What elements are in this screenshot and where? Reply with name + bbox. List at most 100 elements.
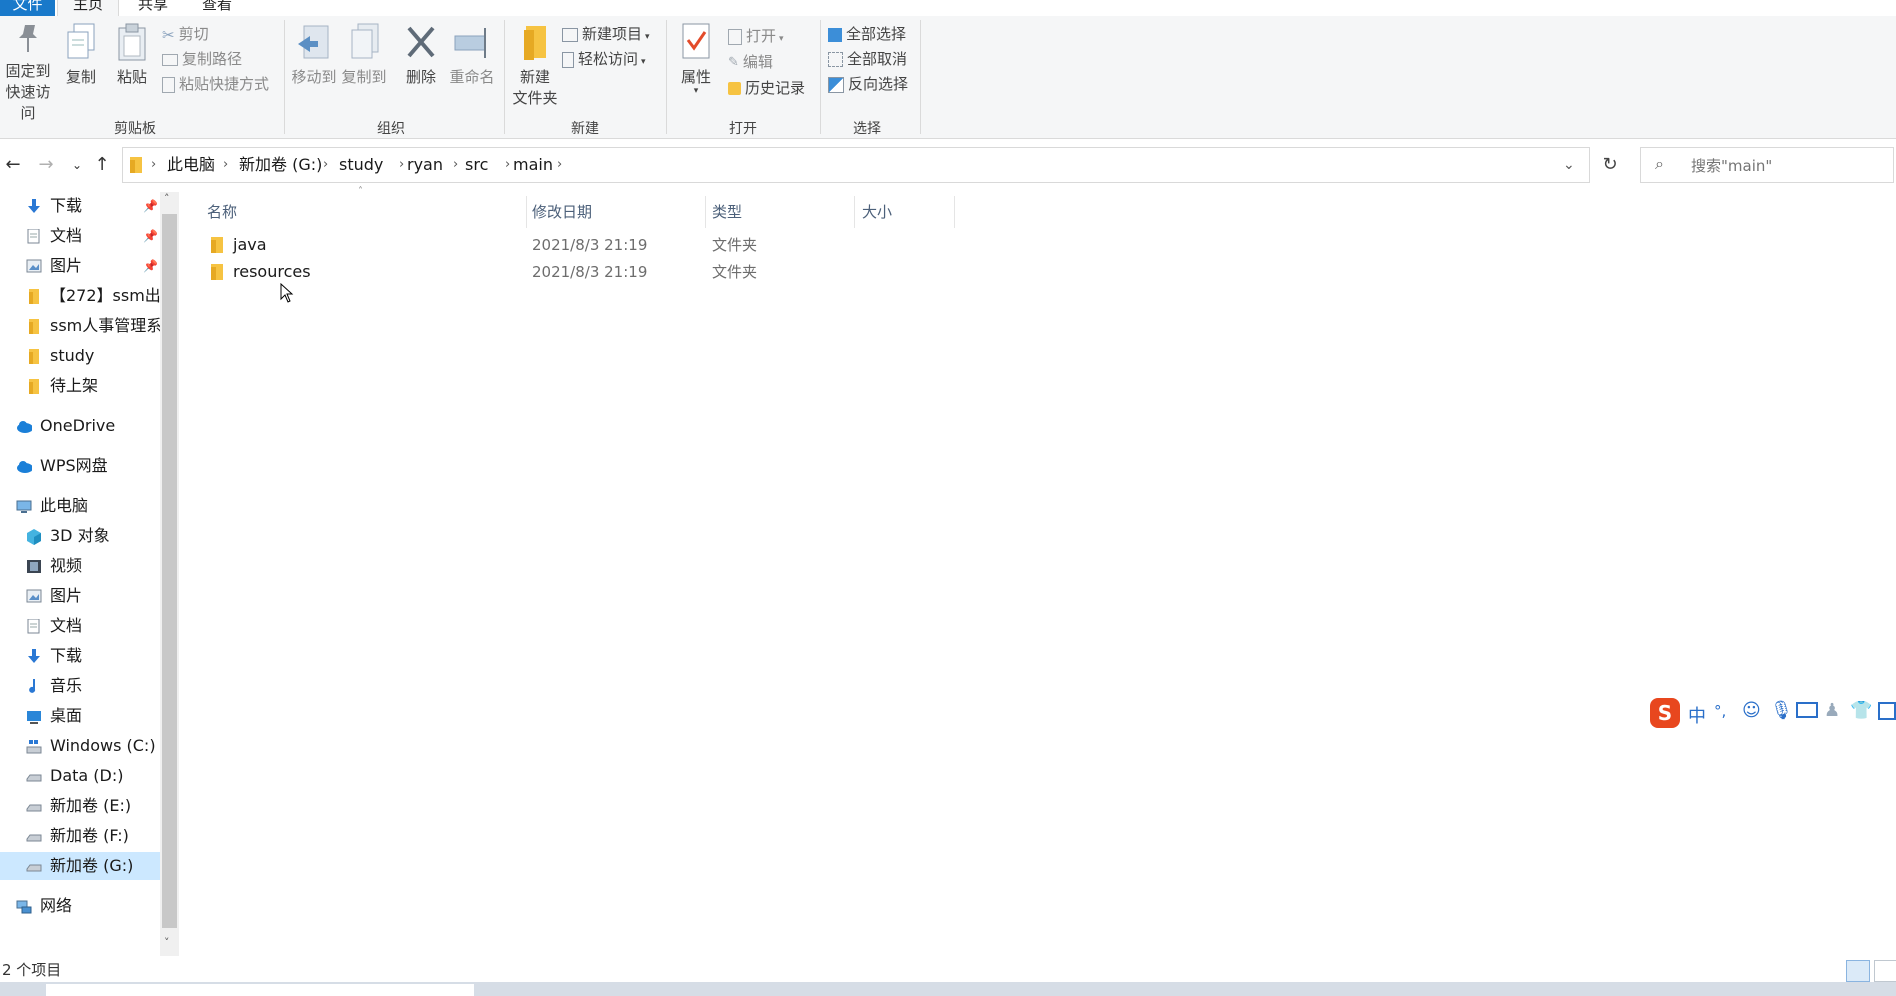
breadcrumb-chevron-icon[interactable]: ›: [399, 148, 404, 182]
address-bar[interactable]: › 此电脑 › 新加卷 (G:) › study › ryan › src › …: [122, 147, 1590, 183]
copy-path-button[interactable]: 复制路径: [162, 47, 242, 71]
new-item-button[interactable]: 新建项目 ▾: [562, 22, 650, 46]
file-row[interactable]: java 2021/8/3 21:19 文件夹: [200, 232, 960, 258]
nav-item[interactable]: study: [0, 342, 160, 370]
nav-item[interactable]: 新加卷 (E:): [0, 792, 160, 820]
paste-shortcut-button[interactable]: 粘贴快捷方式: [162, 72, 269, 96]
breadcrumb-ryan[interactable]: ryan: [407, 148, 443, 182]
properties-button[interactable]: 属性 ▾: [676, 22, 716, 96]
user-icon[interactable]: ♟: [1824, 700, 1840, 721]
nav-scrollbar-thumb[interactable]: [162, 214, 177, 928]
up-arrow-icon[interactable]: ↑: [89, 151, 115, 179]
tab-file[interactable]: 文件: [0, 0, 55, 16]
breadcrumb-study[interactable]: study: [339, 148, 383, 182]
paste-button[interactable]: 粘贴: [112, 22, 152, 87]
nav-scrollbar[interactable]: ˄ ˅: [160, 192, 179, 956]
ime-mode-toggle[interactable]: 中: [1688, 702, 1706, 728]
move-to-button[interactable]: 移动到: [290, 22, 338, 87]
history-button[interactable]: 历史记录: [728, 76, 805, 100]
search-input[interactable]: [1689, 152, 1889, 180]
select-none-button[interactable]: 全部取消: [828, 47, 907, 71]
nav-item[interactable]: 待上架: [0, 372, 160, 400]
breadcrumb-this-pc[interactable]: 此电脑: [167, 148, 215, 182]
file-row[interactable]: resources 2021/8/3 21:19 文件夹: [200, 259, 960, 285]
column-divider[interactable]: [526, 196, 527, 228]
nav-item[interactable]: 【272】ssm出租: [0, 282, 160, 310]
rename-button[interactable]: 重命名: [448, 22, 496, 87]
column-header-size[interactable]: 大小: [862, 196, 892, 228]
column-header-type[interactable]: 类型: [712, 196, 742, 228]
nav-item[interactable]: 网络: [0, 892, 160, 920]
delete-button[interactable]: 删除: [402, 22, 440, 87]
nav-item[interactable]: 3D 对象: [0, 522, 160, 550]
breadcrumb-chevron-icon[interactable]: ›: [223, 148, 228, 182]
address-dropdown-chevron-icon[interactable]: ⌄: [1563, 148, 1575, 182]
new-folder-button[interactable]: 新建 文件夹: [510, 22, 560, 108]
nav-item[interactable]: 图片: [0, 582, 160, 610]
dropdown-caret-icon: ▾: [641, 57, 646, 67]
breadcrumb-main[interactable]: main: [513, 148, 553, 182]
nav-item[interactable]: 文档: [0, 612, 160, 640]
sogou-logo-icon[interactable]: S: [1650, 698, 1680, 728]
nav-item[interactable]: 音乐: [0, 672, 160, 700]
nav-item[interactable]: 文档 📌: [0, 222, 160, 250]
forward-arrow-icon[interactable]: →: [33, 151, 59, 179]
large-icons-view-icon[interactable]: [1874, 960, 1896, 982]
refresh-icon[interactable]: ↻: [1596, 147, 1624, 183]
column-divider[interactable]: [954, 196, 955, 228]
keyboard-icon[interactable]: [1796, 702, 1818, 718]
edit-button[interactable]: ✎ 编辑: [728, 50, 773, 74]
nav-item[interactable]: Windows (C:): [0, 732, 160, 760]
select-all-button[interactable]: 全部选择: [828, 22, 906, 46]
emoji-icon[interactable]: ☺: [1742, 700, 1761, 721]
breadcrumb-chevron-icon[interactable]: ›: [453, 148, 458, 182]
cut-button[interactable]: ✂ 剪切: [162, 22, 209, 46]
nav-item[interactable]: 此电脑: [0, 492, 160, 520]
nav-item[interactable]: WPS网盘: [0, 452, 160, 480]
computer-icon: [16, 500, 32, 513]
search-box[interactable]: ⌕: [1640, 147, 1894, 183]
breadcrumb-chevron-icon[interactable]: ›: [505, 148, 510, 182]
paste-shortcut-icon: [162, 76, 175, 93]
recent-locations-chevron-icon[interactable]: ⌄: [64, 151, 90, 179]
nav-item[interactable]: 新加卷 (F:): [0, 822, 160, 850]
column-divider[interactable]: [705, 196, 706, 228]
video-icon: [27, 560, 41, 573]
nav-item[interactable]: Data (D:): [0, 762, 160, 790]
nav-item[interactable]: 下载 📌: [0, 192, 160, 220]
nav-item-label: 新加卷 (G:): [50, 856, 134, 875]
nav-item[interactable]: OneDrive: [0, 412, 160, 440]
skin-shirt-icon[interactable]: 👕: [1850, 700, 1872, 721]
breadcrumb-src[interactable]: src: [465, 148, 488, 182]
nav-item[interactable]: 新加卷 (G:): [0, 852, 160, 880]
toolbox-grid-icon[interactable]: [1878, 702, 1896, 720]
easy-access-button[interactable]: 轻松访问 ▾: [562, 47, 646, 71]
ime-punctuation-toggle[interactable]: °,: [1714, 702, 1726, 720]
copy-button[interactable]: 复制: [60, 22, 102, 87]
tab-view[interactable]: 查看: [202, 0, 232, 16]
breadcrumb-chevron-icon[interactable]: ›: [151, 148, 156, 182]
nav-item[interactable]: 图片 📌: [0, 252, 160, 280]
invert-selection-button[interactable]: 反向选择: [828, 72, 908, 96]
open-button[interactable]: 打开 ▾: [728, 24, 784, 48]
pin-to-quick-access-button[interactable]: 固定到 快速访问: [0, 22, 56, 123]
taskbar-search-box[interactable]: [46, 984, 474, 996]
nav-item[interactable]: ssm人事管理系统: [0, 312, 160, 340]
nav-item[interactable]: 桌面: [0, 702, 160, 730]
nav-item[interactable]: 视频: [0, 552, 160, 580]
copy-to-button[interactable]: 复制到: [340, 22, 388, 87]
scroll-up-arrow-icon[interactable]: ˄: [164, 192, 170, 205]
tab-home[interactable]: 主页: [57, 0, 119, 16]
nav-item[interactable]: 下载: [0, 642, 160, 670]
column-divider[interactable]: [854, 196, 855, 228]
microphone-icon[interactable]: 🎙: [1770, 700, 1793, 721]
tab-share[interactable]: 共享: [138, 0, 168, 16]
column-header-date[interactable]: 修改日期: [532, 196, 592, 228]
breadcrumb-drive-g[interactable]: 新加卷 (G:): [239, 148, 322, 182]
column-header-name[interactable]: 名称: [207, 196, 237, 228]
scroll-down-arrow-icon[interactable]: ˅: [164, 936, 170, 949]
breadcrumb-chevron-icon[interactable]: ›: [557, 148, 562, 182]
back-arrow-icon[interactable]: ←: [0, 151, 26, 179]
breadcrumb-chevron-icon[interactable]: ›: [323, 148, 328, 182]
details-view-icon[interactable]: [1846, 960, 1870, 982]
